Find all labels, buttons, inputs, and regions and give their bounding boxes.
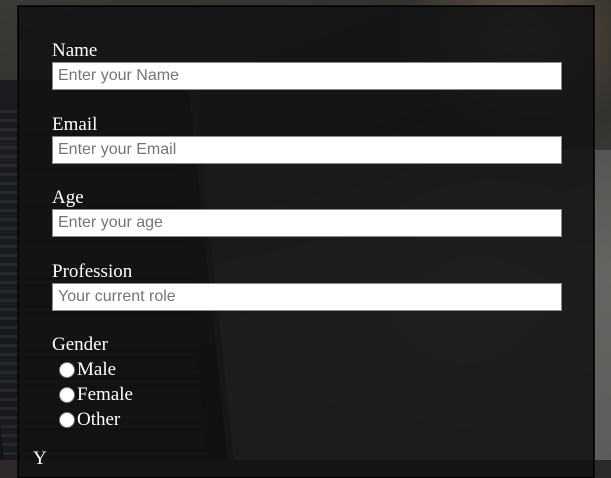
age-label: Age	[52, 187, 84, 208]
gender-option-other[interactable]: Other	[57, 407, 562, 432]
gender-male-label: Male	[77, 358, 117, 380]
gender-option-male[interactable]: Male	[57, 357, 562, 382]
gender-other-radio[interactable]	[59, 411, 75, 428]
gender-field-group: Gender Male Female Other	[52, 335, 562, 432]
name-label: Name	[52, 40, 98, 61]
profession-input[interactable]	[52, 283, 562, 311]
next-field-label-cut-off: Y	[33, 448, 47, 469]
profession-field-group: Profession	[52, 262, 562, 311]
gender-option-female[interactable]: Female	[57, 382, 562, 407]
gender-label: Gender	[52, 334, 108, 355]
gender-female-label: Female	[77, 383, 133, 405]
survey-form-panel: Name Email Age Profession Gender Male Fe…	[18, 6, 594, 478]
age-input[interactable]	[52, 209, 562, 237]
profession-label: Profession	[52, 261, 133, 282]
email-label: Email	[52, 114, 98, 135]
name-input[interactable]	[52, 62, 562, 90]
age-field-group: Age	[52, 188, 562, 237]
email-input[interactable]	[52, 136, 562, 164]
gender-male-radio[interactable]	[59, 361, 75, 378]
email-field-group: Email	[52, 115, 562, 164]
gender-other-label: Other	[77, 408, 121, 430]
gender-female-radio[interactable]	[59, 386, 75, 403]
name-field-group: Name	[52, 41, 562, 90]
